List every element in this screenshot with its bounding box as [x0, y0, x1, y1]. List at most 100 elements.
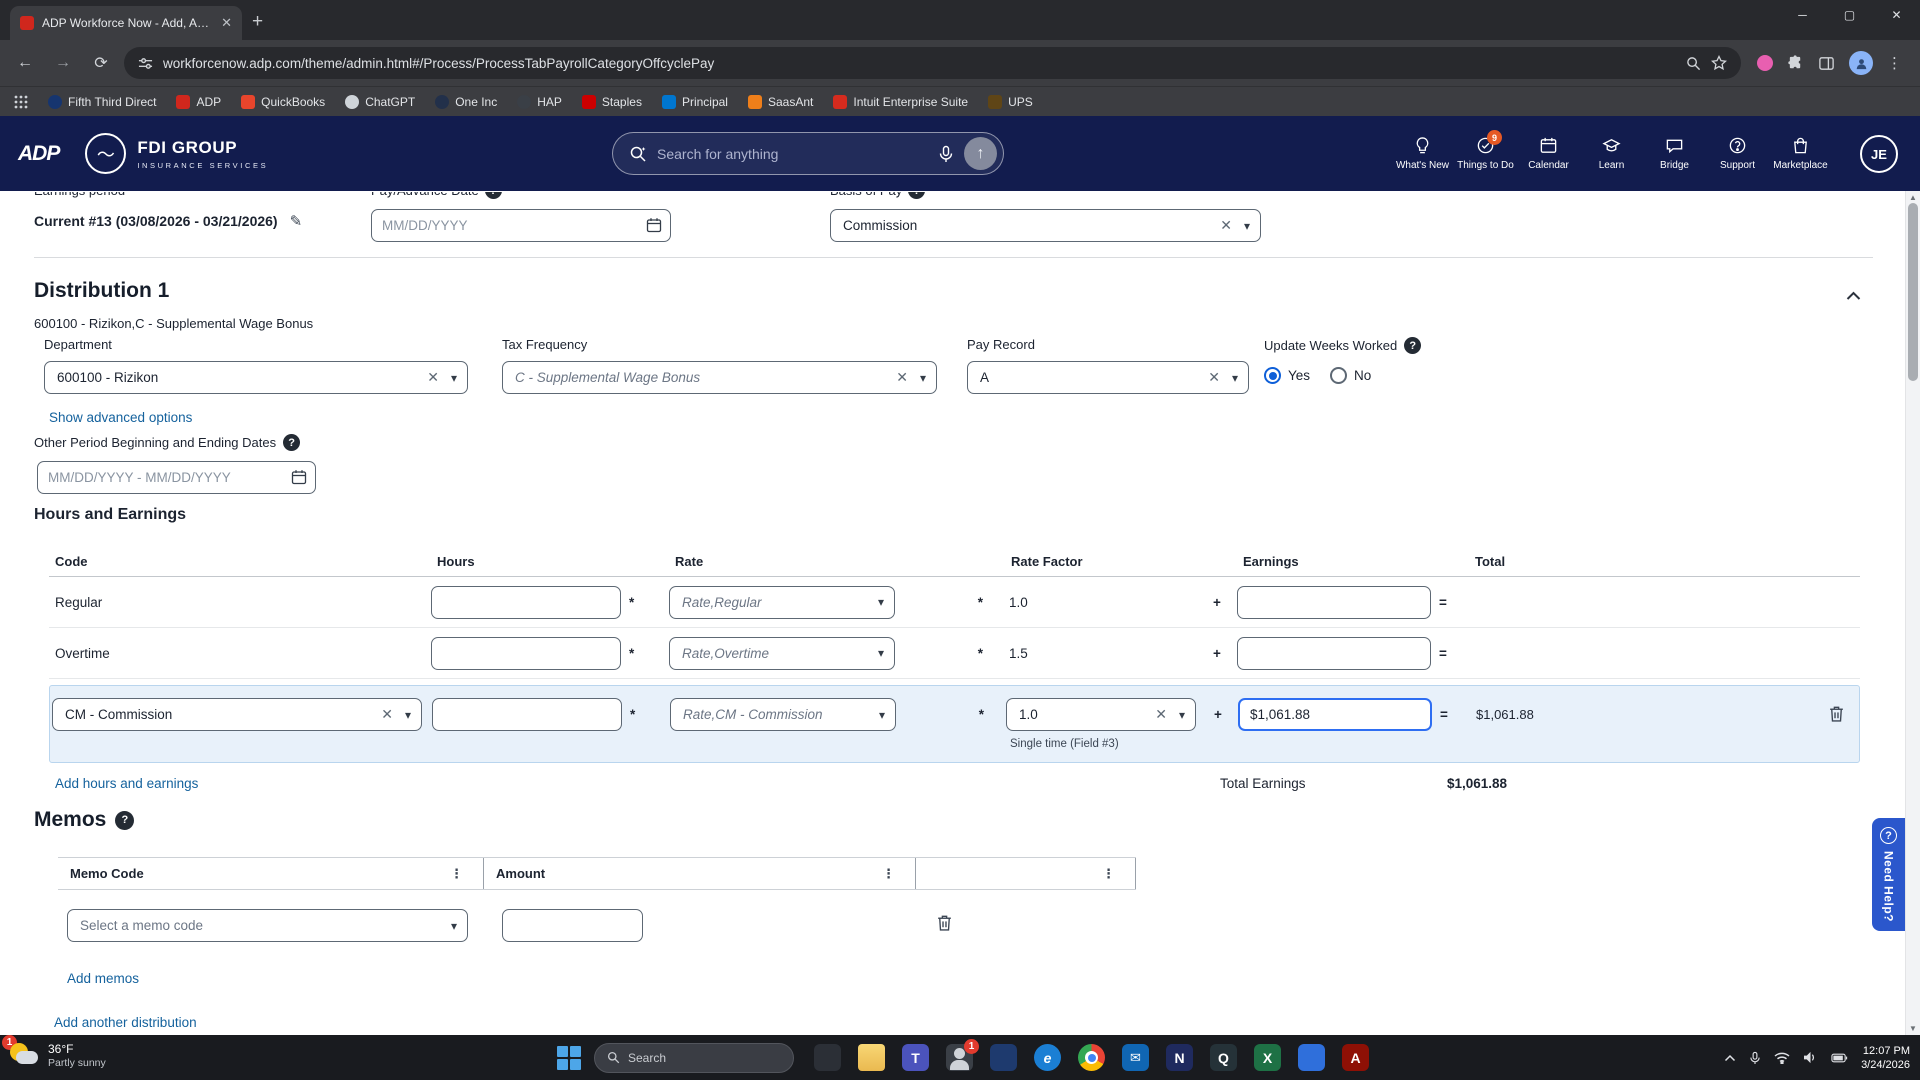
- regular-hours-input[interactable]: [431, 585, 621, 619]
- bookmark-hap[interactable]: HAP: [517, 94, 562, 109]
- taskbar-app-outlook[interactable]: ✉: [1122, 1044, 1149, 1071]
- edit-pencil-icon[interactable]: ✎: [290, 212, 303, 230]
- basis-of-pay-select[interactable]: Commission ✕ ▾: [830, 209, 1261, 242]
- commission-earnings-input[interactable]: [1238, 698, 1432, 731]
- regular-rate-select[interactable]: Rate,Regular ▾: [669, 585, 895, 619]
- scroll-down-icon[interactable]: ▼: [1909, 1024, 1917, 1033]
- bookmark-chatgpt[interactable]: ChatGPT: [345, 94, 415, 109]
- bookmark-star-icon[interactable]: [1711, 55, 1727, 71]
- regular-earnings-input[interactable]: [1237, 585, 1431, 619]
- nav-whats-new[interactable]: What's New: [1391, 136, 1454, 171]
- column-menu-icon[interactable]: ⋮: [450, 866, 471, 882]
- bookmark-one-inc[interactable]: One Inc: [435, 94, 497, 109]
- zoom-search-icon[interactable]: [1686, 56, 1701, 71]
- start-button[interactable]: [556, 1045, 582, 1071]
- memo-amount-input[interactable]: [502, 909, 643, 942]
- bookmark-intuit[interactable]: Intuit Enterprise Suite: [833, 94, 968, 109]
- help-icon[interactable]: ?: [283, 434, 301, 451]
- nav-calendar[interactable]: Calendar: [1517, 136, 1580, 171]
- overtime-rate-select[interactable]: Rate,Overtime ▾: [669, 636, 895, 670]
- clear-icon[interactable]: ✕: [1208, 369, 1220, 386]
- global-search[interactable]: Search for anything ↑: [612, 132, 1004, 175]
- delete-row-icon[interactable]: [1828, 705, 1845, 723]
- add-another-distribution-link[interactable]: Add another distribution: [54, 1015, 197, 1030]
- tab-close-icon[interactable]: ✕: [221, 15, 232, 31]
- add-memos-link[interactable]: Add memos: [67, 971, 139, 986]
- window-maximize-button[interactable]: ▢: [1826, 0, 1873, 30]
- taskbar-app-teams[interactable]: T: [902, 1044, 929, 1071]
- apps-grid-icon[interactable]: [14, 95, 28, 109]
- department-select[interactable]: 600100 - Rizikon ✕ ▾: [44, 361, 468, 394]
- taskbar-app-acrobat[interactable]: A: [1342, 1044, 1369, 1071]
- pay-record-select[interactable]: A ✕ ▾: [967, 361, 1249, 394]
- nav-learn[interactable]: Learn: [1580, 136, 1643, 171]
- tax-frequency-select[interactable]: C - Supplemental Wage Bonus ✕ ▾: [502, 361, 937, 394]
- back-button[interactable]: ←: [10, 48, 40, 78]
- page-scrollbar[interactable]: ▲ ▼: [1905, 191, 1920, 1035]
- hidden-icons-chevron[interactable]: [1724, 1054, 1736, 1062]
- need-help-tab[interactable]: ? Need Help?: [1872, 818, 1905, 931]
- help-icon[interactable]: ?: [1404, 337, 1422, 354]
- battery-icon[interactable]: [1831, 1053, 1848, 1063]
- search-submit-button[interactable]: ↑: [964, 137, 997, 170]
- microphone-icon[interactable]: [938, 145, 954, 163]
- taskbar-clock[interactable]: 12:07 PM 3/24/2026: [1861, 1044, 1910, 1072]
- bookmark-ups[interactable]: UPS: [988, 94, 1033, 109]
- address-bar[interactable]: workforcenow.adp.com/theme/admin.html#/P…: [124, 47, 1741, 79]
- scroll-up-icon[interactable]: ▲: [1909, 193, 1917, 202]
- bookmark-staples[interactable]: Staples: [581, 94, 642, 109]
- help-icon[interactable]: ?: [484, 192, 502, 199]
- window-minimize-button[interactable]: ─: [1779, 0, 1826, 30]
- forward-button[interactable]: →: [48, 48, 78, 78]
- refresh-button[interactable]: ⟳: [86, 48, 116, 78]
- calendar-icon[interactable]: [646, 217, 662, 233]
- site-settings-icon[interactable]: [138, 56, 153, 71]
- browser-menu-icon[interactable]: ⋮: [1887, 54, 1902, 72]
- microphone-tray-icon[interactable]: [1749, 1051, 1761, 1065]
- column-menu-icon[interactable]: ⋮: [1102, 866, 1123, 882]
- bookmark-quickbooks[interactable]: QuickBooks: [241, 94, 325, 109]
- update-weeks-yes-radio[interactable]: Yes: [1264, 367, 1310, 384]
- bookmark-principal[interactable]: Principal: [661, 94, 728, 109]
- taskbar-app-people[interactable]: 1: [946, 1039, 979, 1071]
- nav-things-to-do[interactable]: 9 Things to Do: [1454, 130, 1517, 171]
- taskbar-app-excel[interactable]: X: [1254, 1044, 1281, 1071]
- volume-icon[interactable]: [1803, 1051, 1818, 1064]
- collapse-chevron-icon[interactable]: [1846, 291, 1861, 301]
- show-advanced-options-link[interactable]: Show advanced options: [49, 410, 192, 425]
- commission-rate-select[interactable]: Rate,CM - Commission ▾: [670, 698, 896, 731]
- window-close-button[interactable]: ✕: [1873, 0, 1920, 30]
- bookmark-saasant[interactable]: SaasAnt: [747, 94, 813, 109]
- clear-icon[interactable]: ✕: [1155, 706, 1167, 723]
- taskbar-app-quickbooks[interactable]: Q: [1210, 1044, 1237, 1071]
- taskbar-search[interactable]: Search: [594, 1042, 794, 1073]
- clear-icon[interactable]: ✕: [896, 369, 908, 386]
- update-weeks-no-radio[interactable]: No: [1330, 367, 1371, 384]
- nav-marketplace[interactable]: Marketplace: [1769, 136, 1832, 171]
- overtime-hours-input[interactable]: [431, 636, 621, 670]
- overtime-earnings-input[interactable]: [1237, 636, 1431, 670]
- add-hours-earnings-link[interactable]: Add hours and earnings: [55, 776, 198, 791]
- clear-icon[interactable]: ✕: [1220, 217, 1232, 234]
- other-period-input[interactable]: [37, 461, 316, 494]
- taskbar-app-5[interactable]: [990, 1044, 1017, 1071]
- taskbar-app-internet-explorer[interactable]: e: [1034, 1044, 1061, 1071]
- memo-code-select[interactable]: Select a memo code ▾: [67, 909, 468, 942]
- taskbar-app-onenote[interactable]: N: [1166, 1044, 1193, 1071]
- commission-rate-factor-select[interactable]: 1.0 ✕ ▾: [1006, 698, 1196, 731]
- bookmark-fifth-third[interactable]: Fifth Third Direct: [48, 94, 156, 109]
- browser-profile-avatar[interactable]: [1849, 51, 1873, 75]
- new-tab-button[interactable]: +: [252, 11, 263, 33]
- browser-tab[interactable]: ADP Workforce Now - Add, Ad… ✕: [10, 6, 242, 40]
- calendar-icon[interactable]: [291, 469, 307, 485]
- bookmark-adp[interactable]: ADP: [176, 94, 221, 109]
- nav-bridge[interactable]: Bridge: [1643, 136, 1706, 171]
- clear-icon[interactable]: ✕: [427, 369, 439, 386]
- taskbar-app-grid[interactable]: [1298, 1044, 1325, 1071]
- adp-logo[interactable]: ADP: [18, 142, 60, 166]
- weather-widget[interactable]: 1 36°F Partly sunny: [2, 1035, 106, 1071]
- extension-icon-pink[interactable]: [1757, 55, 1773, 71]
- help-icon[interactable]: ?: [115, 810, 135, 830]
- extensions-puzzle-icon[interactable]: [1787, 54, 1804, 72]
- commission-code-select[interactable]: CM - Commission ✕ ▾: [52, 698, 422, 731]
